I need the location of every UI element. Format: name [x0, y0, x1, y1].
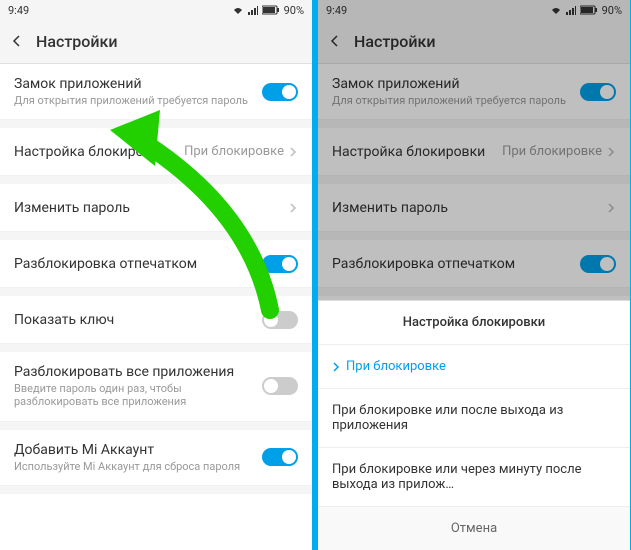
chevron-right-icon [288, 203, 298, 213]
row-sub: Введите пароль один раз, чтобы разблокир… [14, 382, 262, 408]
row-mi-account[interactable]: Добавить Mi Аккаунт Используйте Mi Аккау… [0, 430, 312, 486]
settings-list: Замок приложений Для открытия приложений… [0, 64, 312, 550]
row-title: Разблокировка отпечатком [14, 256, 262, 272]
spacer [0, 232, 312, 240]
row-unlock-all[interactable]: Разблокировать все приложения Введите па… [0, 352, 312, 421]
action-sheet: Настройка блокировки При блокировке При … [318, 300, 630, 550]
wifi-icon [232, 5, 244, 15]
option-label: При блокировке или после выхода из прило… [332, 403, 616, 433]
row-title: Добавить Mi Аккаунт [14, 442, 262, 458]
battery-pct: 90% [284, 4, 304, 17]
spacer [0, 422, 312, 430]
back-icon[interactable] [10, 34, 26, 50]
row-lock-apps[interactable]: Замок приложений Для открытия приложений… [0, 64, 312, 120]
toggle-show-key[interactable] [262, 311, 298, 329]
row-sub: Используйте Mi Аккаунт для сброса пароля [14, 460, 262, 473]
spacer [0, 176, 312, 184]
row-show-key[interactable]: Показать ключ [0, 296, 312, 344]
status-time: 9:49 [8, 4, 232, 17]
chevron-right-icon [332, 362, 340, 372]
toggle-mi-account[interactable] [262, 448, 298, 466]
row-fingerprint[interactable]: Разблокировка отпечатком [0, 240, 312, 288]
page-title: Настройки [36, 32, 117, 51]
spacer [0, 120, 312, 128]
row-lock-setting[interactable]: Настройка блокировки При блокировке [0, 128, 312, 176]
toggle-lock-apps[interactable] [262, 83, 298, 101]
spacer [0, 288, 312, 296]
row-title: Изменить пароль [14, 200, 288, 216]
spacer [0, 486, 312, 494]
row-change-pw[interactable]: Изменить пароль [0, 184, 312, 232]
toggle-unlock-all[interactable] [262, 377, 298, 395]
sheet-cancel[interactable]: Отмена [318, 507, 630, 550]
chevron-right-icon [288, 147, 298, 157]
row-title: Показать ключ [14, 312, 262, 328]
row-title: Настройка блокировки [14, 144, 184, 160]
sheet-option-1[interactable]: При блокировке [318, 345, 630, 389]
battery-icon [262, 5, 280, 15]
sheet-option-3[interactable]: При блокировке или через минуту после вы… [318, 448, 630, 507]
header: Настройки [0, 20, 312, 64]
phone-right: 9:49 90% Настройки Замок приложений Для … [318, 0, 630, 550]
signal-icon [248, 5, 258, 15]
spacer [0, 344, 312, 352]
row-title: Разблокировать все приложения [14, 364, 262, 380]
option-label: При блокировке [346, 359, 446, 374]
status-bar: 9:49 90% [0, 0, 312, 20]
row-sub: Для открытия приложений требуется пароль [14, 94, 262, 107]
toggle-fingerprint[interactable] [262, 255, 298, 273]
row-value: При блокировке [184, 144, 284, 159]
option-label: При блокировке или через минуту после вы… [332, 462, 616, 492]
phone-left: 9:49 90% Настройки Замок приложений Для … [0, 0, 312, 550]
sheet-title: Настройка блокировки [318, 301, 630, 345]
sheet-option-2[interactable]: При блокировке или после выхода из прило… [318, 389, 630, 448]
row-title: Замок приложений [14, 76, 262, 92]
